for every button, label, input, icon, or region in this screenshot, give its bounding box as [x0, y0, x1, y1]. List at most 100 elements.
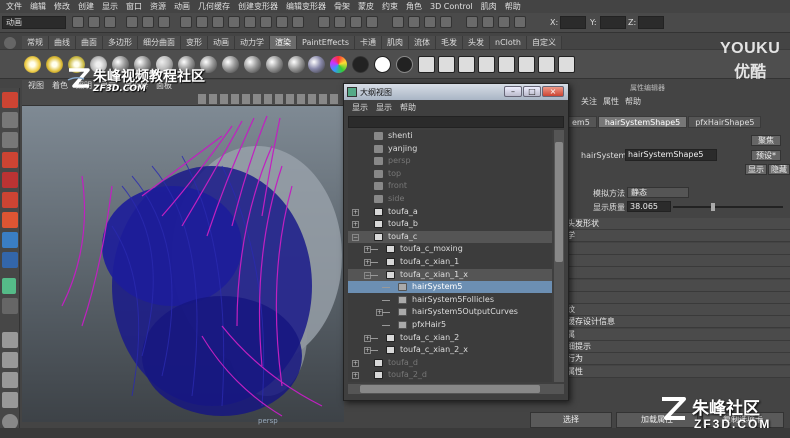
y-field[interactable]: [600, 16, 626, 29]
display-quality-field[interactable]: 38.065: [627, 201, 671, 212]
channel-box-toggle-icon[interactable]: [482, 16, 494, 28]
attribute-section[interactable]: 细提示: [565, 341, 790, 353]
attribute-section[interactable]: [565, 254, 790, 267]
menu-item[interactable]: 修改: [50, 1, 74, 12]
color-wheel-icon[interactable]: [330, 56, 347, 73]
layout-icon-2[interactable]: [2, 352, 18, 368]
mask-joints-icon[interactable]: [196, 16, 208, 28]
phonge-material-icon[interactable]: [244, 56, 261, 73]
outliner-row[interactable]: + toufa_c_xian_2_x: [348, 344, 552, 356]
outliner-row[interactable]: + toufa_d: [348, 357, 552, 369]
outliner-row[interactable]: top: [348, 168, 552, 180]
single-pane-icon[interactable]: [2, 278, 16, 294]
outliner-row[interactable]: hairSystem5: [348, 281, 552, 294]
outliner-row[interactable]: + toufa_a: [348, 206, 552, 218]
texture-editor-icon[interactable]: [538, 56, 555, 73]
ae-tab[interactable]: em5: [565, 116, 597, 128]
menu-item[interactable]: 资源: [146, 1, 170, 12]
relationship-editor-icon[interactable]: [558, 56, 575, 73]
shelf-tab[interactable]: nCloth: [490, 36, 527, 49]
menu-item[interactable]: 几何缓存: [194, 1, 234, 12]
outliner-row[interactable]: hairSystem5Follicles: [348, 294, 552, 306]
outliner-row[interactable]: yanjing: [348, 143, 552, 155]
menu-item[interactable]: 帮助: [501, 1, 525, 12]
maximize-button[interactable]: □: [523, 86, 541, 97]
snap-plane-icon[interactable]: [366, 16, 378, 28]
batch-render-icon[interactable]: [458, 56, 475, 73]
menu-item[interactable]: 骨架: [330, 1, 354, 12]
paint-select-tool-icon[interactable]: [2, 132, 18, 148]
render-globals-icon[interactable]: [518, 56, 535, 73]
use-background-icon[interactable]: [374, 56, 391, 73]
shelf-tab[interactable]: 自定义: [526, 36, 562, 49]
attribute-section[interactable]: [565, 291, 790, 304]
outliner-row[interactable]: + toufa_b: [348, 218, 552, 230]
mask-dynamics-icon[interactable]: [260, 16, 272, 28]
focus-button[interactable]: 聚焦: [751, 135, 781, 146]
history-icon[interactable]: [392, 16, 404, 28]
z-field[interactable]: [638, 16, 664, 29]
ipr-render-icon[interactable]: [424, 16, 436, 28]
new-scene-icon[interactable]: [72, 16, 84, 28]
outliner-row[interactable]: front: [348, 180, 552, 192]
shelf-tab[interactable]: 流体: [409, 36, 436, 49]
ramp-material-icon[interactable]: [308, 56, 325, 73]
outliner-row[interactable]: + toufa_2_d: [348, 369, 552, 381]
close-button[interactable]: ×: [542, 86, 564, 97]
shelf-tab[interactable]: PaintEffects: [297, 36, 355, 49]
anisotropic-material-icon[interactable]: [266, 56, 283, 73]
outliner-row[interactable]: − toufa_c: [348, 230, 552, 243]
x-field[interactable]: [560, 16, 586, 29]
shelf-tab[interactable]: 常规: [22, 36, 49, 49]
menu-item[interactable]: 编辑变形器: [282, 1, 330, 12]
shadow-shader-icon[interactable]: [396, 56, 413, 73]
menu-item[interactable]: 窗口: [122, 1, 146, 12]
open-scene-icon[interactable]: [88, 16, 100, 28]
shelf-tab[interactable]: 曲面: [76, 36, 103, 49]
snap-curve-icon[interactable]: [334, 16, 346, 28]
outliner-menu-item[interactable]: 帮助: [400, 101, 416, 114]
minimize-button[interactable]: –: [504, 86, 522, 97]
attribute-section[interactable]: [565, 267, 790, 280]
rotate-tool-icon[interactable]: [2, 172, 18, 188]
shelf-tab[interactable]: 渲染: [270, 36, 297, 49]
menu-item[interactable]: 编辑: [26, 1, 50, 12]
mask-curves-icon[interactable]: [212, 16, 224, 28]
sim-method-dropdown[interactable]: 静态: [627, 187, 689, 198]
ae-menu-item[interactable]: 关注: [581, 95, 597, 108]
menu-item[interactable]: 创建变形器: [234, 1, 282, 12]
outliner-menu-item[interactable]: 显示: [376, 101, 392, 114]
shelf-settings-icon[interactable]: [4, 37, 16, 49]
outliner-row[interactable]: persp: [348, 155, 552, 167]
show-manipulator-icon[interactable]: [2, 232, 18, 248]
hypershade-icon[interactable]: [478, 56, 495, 73]
attribute-section[interactable]: 属: [565, 328, 790, 341]
ipr-shelf-icon[interactable]: [438, 56, 455, 73]
mask-surfaces-icon[interactable]: [228, 16, 240, 28]
mode-select[interactable]: 动画: [2, 16, 66, 29]
directional-light-icon[interactable]: [46, 56, 63, 73]
layout-icon-3[interactable]: [2, 372, 18, 388]
expand-icon[interactable]: +: [352, 372, 359, 380]
outliner-row[interactable]: + toufa_c_xian_1: [348, 256, 552, 268]
shelf-tab[interactable]: 毛发: [436, 36, 463, 49]
render-view-icon[interactable]: [498, 56, 515, 73]
mask-deformers-icon[interactable]: [244, 16, 256, 28]
viewport-toolbar-icons[interactable]: [198, 94, 338, 104]
ambient-light-icon[interactable]: [24, 56, 41, 73]
shelf-tab[interactable]: 动力学: [235, 36, 270, 49]
four-pane-icon[interactable]: [2, 298, 18, 314]
shelf-tab[interactable]: 肌肉: [382, 36, 409, 49]
select-object-icon[interactable]: [142, 16, 154, 28]
ae-tab[interactable]: hairSystemShape5: [597, 116, 688, 128]
render-current-icon[interactable]: [418, 56, 435, 73]
ae-bottom-button[interactable]: 选择: [530, 412, 612, 428]
mask-render-icon[interactable]: [276, 16, 288, 28]
menu-item[interactable]: 显示: [98, 1, 122, 12]
outliner-horizontal-scrollbar[interactable]: [348, 384, 564, 394]
shelf-tab[interactable]: 细分曲面: [138, 36, 181, 49]
select-hierarchy-icon[interactable]: [126, 16, 138, 28]
menu-item[interactable]: 蒙皮: [354, 1, 378, 12]
outliner-row[interactable]: + toufa_c_moxing: [348, 243, 552, 255]
hide-button[interactable]: 隐藏: [768, 164, 790, 175]
